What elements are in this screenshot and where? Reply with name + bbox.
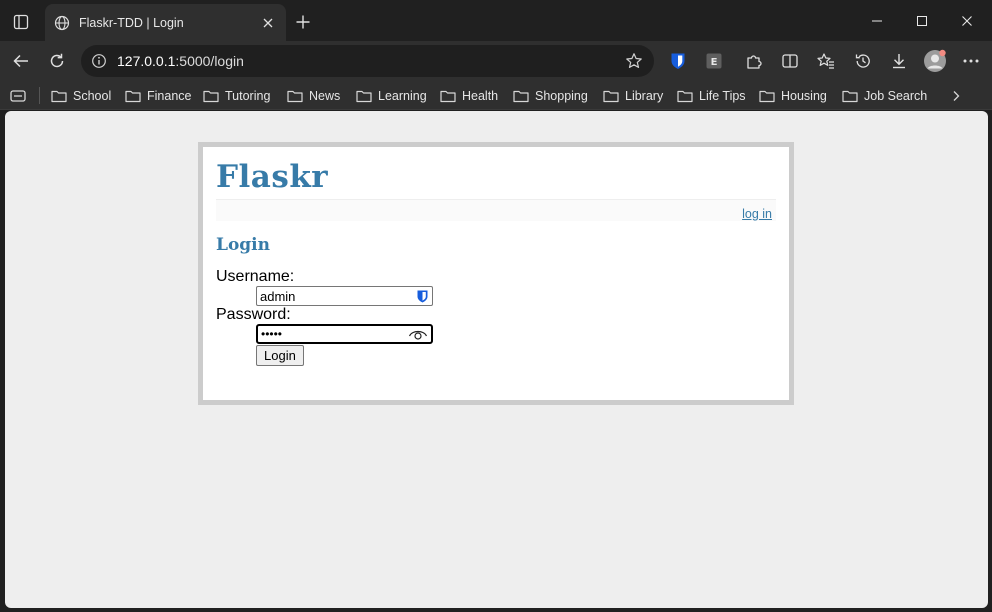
bookmark-label: School	[73, 88, 112, 103]
bookmarks-divider	[39, 87, 40, 104]
folder-icon	[759, 89, 775, 103]
reload-icon[interactable]	[42, 46, 72, 76]
bookmark-label: Finance	[147, 88, 192, 103]
bookmark-folder-finance[interactable]: Finance	[121, 83, 195, 108]
bookmark-label: Shopping	[535, 88, 588, 103]
more-icon[interactable]	[956, 46, 986, 76]
password-label: Password:	[216, 306, 291, 323]
download-icon[interactable]	[884, 46, 914, 76]
password-value: •••••	[261, 327, 283, 341]
url-host: 127.0.0.1	[117, 53, 176, 69]
close-tab-icon[interactable]	[256, 11, 280, 35]
back-arrow-icon[interactable]	[6, 46, 36, 76]
maximize-icon[interactable]	[899, 0, 945, 41]
bookmark-label: Housing	[781, 88, 827, 103]
profile-avatar[interactable]	[920, 46, 950, 76]
tab-groups-icon[interactable]	[9, 86, 29, 106]
login-form: Username: admin Password: ••••• Login	[216, 268, 776, 366]
folder-icon	[440, 89, 456, 103]
tab-actions-icon[interactable]	[6, 8, 36, 36]
flaskr-page: Flaskr log in Login Username: admin Pass…	[198, 142, 794, 405]
e-extension-icon[interactable]: E	[699, 46, 729, 76]
bookmarks-bar: School Finance Tutoring News Learning He…	[0, 81, 992, 110]
folder-icon	[51, 89, 67, 103]
eye-icon[interactable]	[408, 326, 428, 342]
bookmark-folder-news[interactable]: News	[283, 83, 344, 108]
bookmark-label: Tutoring	[225, 88, 271, 103]
address-bar[interactable]: 127.0.0.1:5000/login	[81, 45, 654, 77]
password-field[interactable]: •••••	[256, 324, 433, 344]
chevron-right-icon[interactable]	[944, 84, 968, 108]
log-in-link[interactable]: log in	[742, 207, 772, 221]
star-icon[interactable]	[622, 49, 646, 73]
globe-icon	[53, 14, 71, 32]
bookmark-folder-housing[interactable]: Housing	[755, 83, 831, 108]
metanav: log in	[216, 199, 776, 221]
bookmark-label: Life Tips	[699, 88, 746, 103]
folder-icon	[842, 89, 858, 103]
bookmark-folder-health[interactable]: Health	[436, 83, 502, 108]
bitwarden-autofill-icon[interactable]	[415, 289, 429, 303]
folder-icon	[125, 89, 141, 103]
bookmark-folder-school[interactable]: School	[47, 83, 115, 108]
bookmark-folder-learning[interactable]: Learning	[352, 83, 431, 108]
minimize-icon[interactable]	[854, 0, 900, 41]
puzzle-icon[interactable]	[739, 46, 769, 76]
bookmark-label: Learning	[378, 88, 427, 103]
login-button[interactable]: Login	[256, 345, 304, 366]
folder-icon	[513, 89, 529, 103]
bitwarden-icon[interactable]	[663, 46, 693, 76]
browser-toolbar: 127.0.0.1:5000/login E	[0, 41, 992, 81]
folder-icon	[677, 89, 693, 103]
site-info-icon[interactable]	[89, 51, 109, 71]
bookmark-folder-tutoring[interactable]: Tutoring	[199, 83, 274, 108]
folder-icon	[603, 89, 619, 103]
split-screen-icon[interactable]	[775, 46, 805, 76]
favorites-icon[interactable]	[811, 46, 841, 76]
history-icon[interactable]	[848, 46, 878, 76]
folder-icon	[356, 89, 372, 103]
url-path: :5000/login	[175, 53, 244, 69]
bookmark-folder-job-search[interactable]: Job Search	[838, 83, 931, 108]
bookmark-label: Job Search	[864, 88, 928, 103]
page-heading: Login	[216, 235, 270, 255]
username-label: Username:	[216, 268, 295, 285]
bookmark-folder-life-tips[interactable]: Life Tips	[673, 83, 750, 108]
tab-title: Flaskr-TDD | Login	[79, 15, 184, 30]
bookmark-folder-shopping[interactable]: Shopping	[509, 83, 592, 108]
username-value: admin	[260, 288, 296, 304]
username-field[interactable]: admin	[256, 286, 433, 306]
folder-icon	[287, 89, 303, 103]
site-title: Flaskr	[216, 159, 329, 195]
active-tab[interactable]: Flaskr-TDD | Login	[45, 4, 286, 41]
bookmark-folder-library[interactable]: Library	[599, 83, 667, 108]
bookmark-label: Health	[462, 88, 499, 103]
bookmark-label: News	[309, 88, 341, 103]
bookmark-label: Library	[625, 88, 664, 103]
url-text[interactable]: 127.0.0.1:5000/login	[117, 53, 622, 69]
window-close-icon[interactable]	[944, 0, 990, 41]
svg-text:E: E	[711, 57, 718, 68]
folder-icon	[203, 89, 219, 103]
page-viewport: Flaskr log in Login Username: admin Pass…	[5, 111, 988, 608]
title-bar: Flaskr-TDD | Login	[0, 0, 992, 41]
new-tab-icon[interactable]	[290, 9, 316, 35]
